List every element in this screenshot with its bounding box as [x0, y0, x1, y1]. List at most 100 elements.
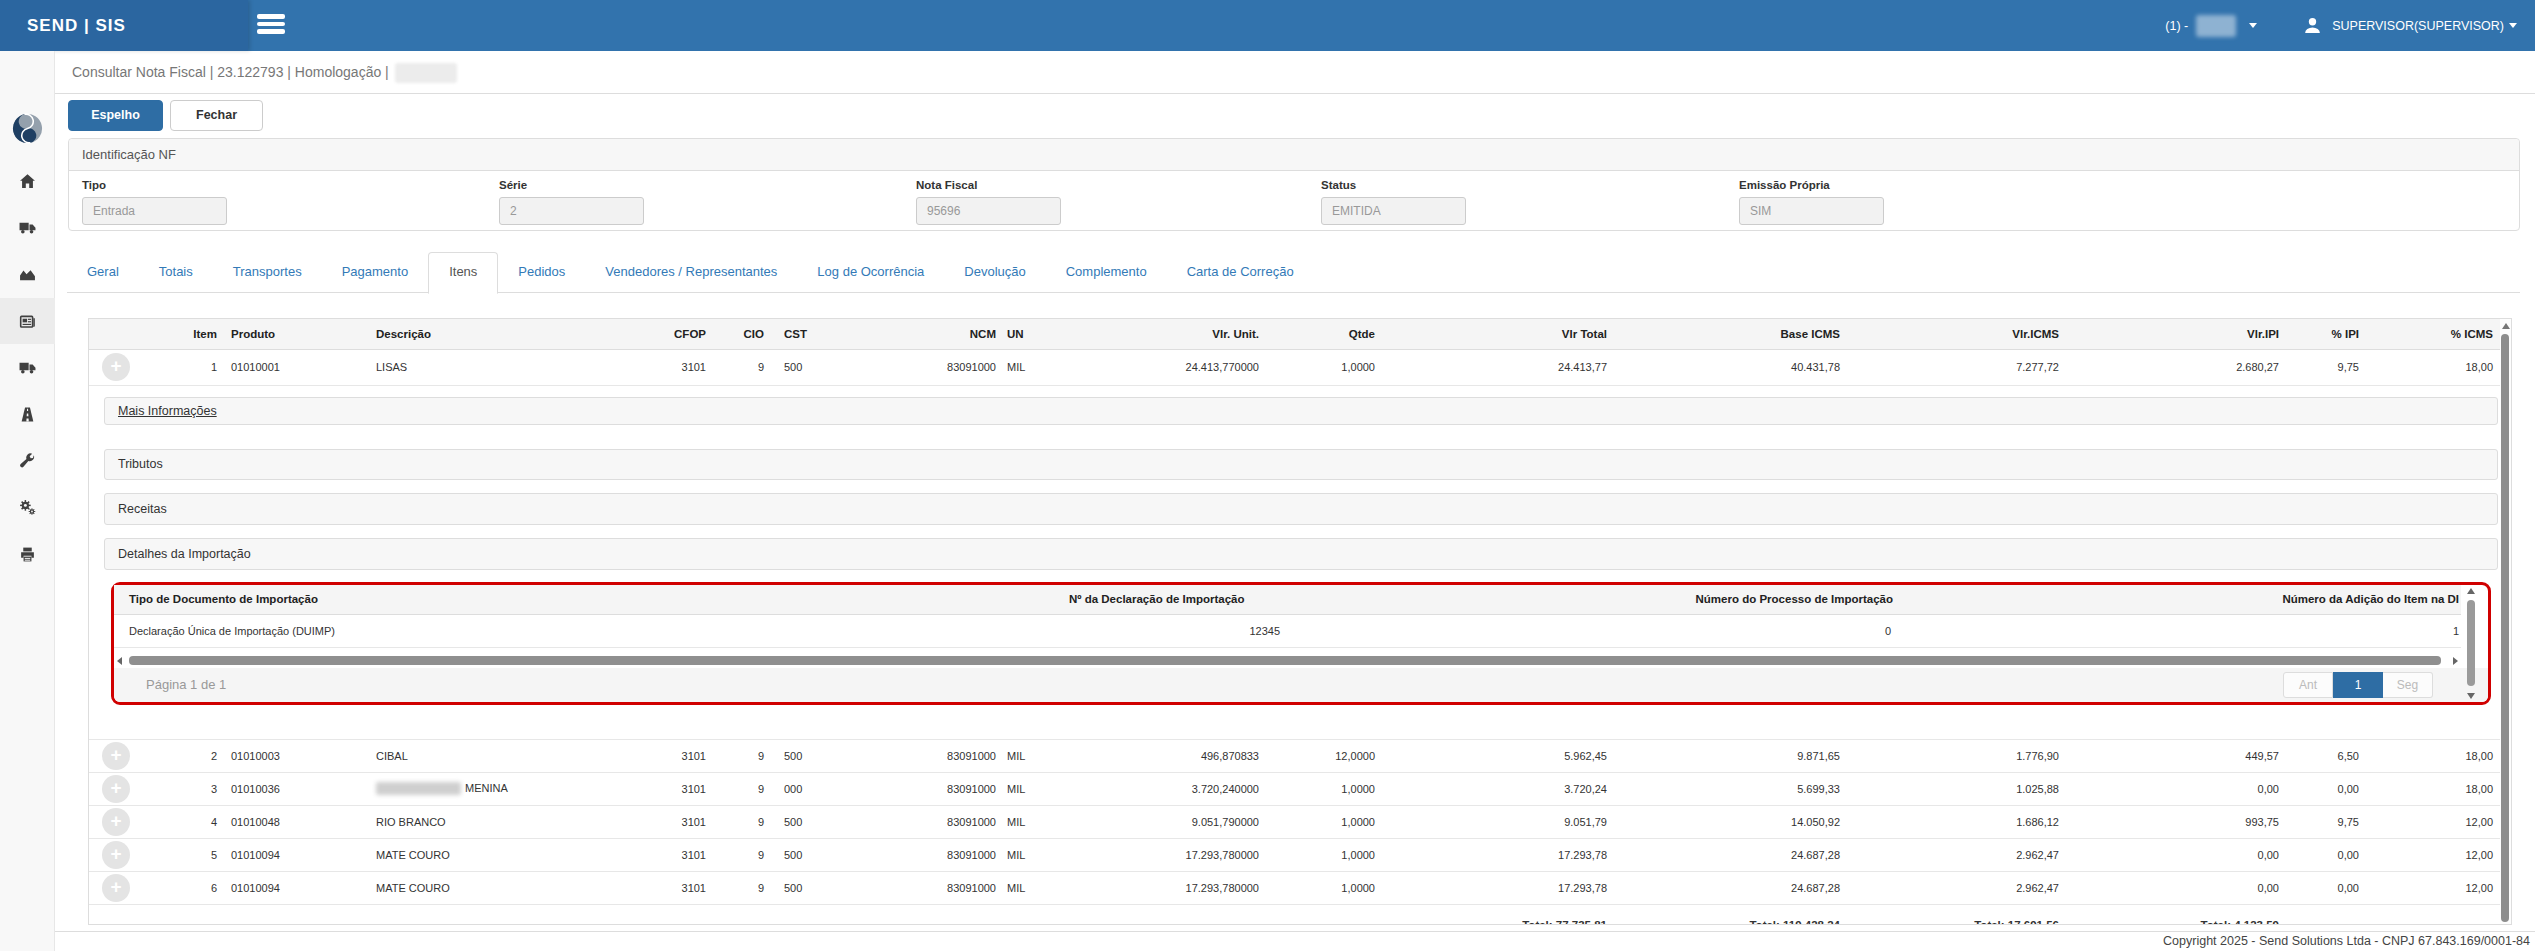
tab-devolu-o[interactable]: Devolução	[944, 252, 1045, 293]
cell-vlr_unit: 3.720,240000	[1061, 772, 1263, 805]
field-value[interactable]: 95696	[916, 197, 1061, 225]
sidebar-item-news[interactable]	[0, 298, 55, 344]
scroll-down-icon[interactable]	[2467, 693, 2475, 699]
sidebar	[0, 51, 55, 951]
current-page-button[interactable]: 1	[2333, 672, 2383, 698]
cell-cfop: 3101	[641, 739, 713, 772]
expand-row-button[interactable]: +	[102, 874, 130, 902]
item-row: +101010001LISAS3101950083091000MIL24.413…	[89, 349, 2501, 385]
breadcrumb-bar: Consultar Nota Fiscal | 23.122793 | Homo…	[55, 51, 2535, 94]
cell-descricao: MATE COURO	[361, 871, 641, 904]
breadcrumb-redacted	[395, 63, 457, 83]
cell-vlr_unit: 17.293,780000	[1061, 871, 1263, 904]
tab-pedidos[interactable]: Pedidos	[498, 252, 585, 293]
scrollbar-thumb[interactable]	[129, 656, 2441, 665]
app-logo-icon[interactable]	[12, 113, 43, 144]
cell-cio: 9	[713, 349, 769, 385]
cell-qtde: 1,0000	[1263, 805, 1379, 838]
sidebar-item-road[interactable]	[0, 392, 55, 438]
sidebar-item-gears[interactable]	[0, 485, 55, 531]
sidebar-item-print[interactable]	[0, 532, 55, 578]
cell-cio: 9	[713, 772, 769, 805]
imp-cell: Declaração Única de Importação (DUIMP)	[114, 615, 1064, 648]
expand-row-button[interactable]: +	[102, 353, 130, 381]
cell-descricao: LISAS	[361, 349, 641, 385]
road-icon	[19, 406, 36, 423]
cell-vlr_ipi: 0,00	[2063, 871, 2283, 904]
user-menu[interactable]: SUPERVISOR(SUPERVISOR)	[2303, 16, 2517, 35]
tab-pagamento[interactable]: Pagamento	[322, 252, 429, 293]
cell-cfop: 3101	[641, 805, 713, 838]
tab-complemento[interactable]: Complemento	[1046, 252, 1167, 293]
field-label: Nota Fiscal	[916, 179, 1076, 191]
user-name: SUPERVISOR(SUPERVISOR)	[2332, 19, 2504, 33]
scroll-up-icon[interactable]	[2502, 323, 2510, 329]
print-icon	[19, 546, 36, 563]
cell-item: 5	[171, 838, 221, 871]
total-vlr_ipi: Total: 4.123,59	[2063, 904, 2283, 925]
tab-carta-de-corre-o[interactable]: Carta de Correção	[1167, 252, 1314, 293]
importacao-vertical-scrollbar[interactable]	[2465, 588, 2477, 699]
detalhes-importacao-section[interactable]: Detalhes da Importação	[104, 538, 2498, 570]
expand-row-button[interactable]: +	[102, 775, 130, 803]
cell-cio: 9	[713, 838, 769, 871]
cell-pct_ipi: 6,50	[2283, 739, 2363, 772]
sidebar-item-chart-area[interactable]	[0, 251, 55, 297]
cell-un: MIL	[1001, 349, 1061, 385]
cell-vlr_total: 3.720,24	[1379, 772, 1611, 805]
sidebar-item-truck2[interactable]	[0, 345, 55, 391]
scroll-left-icon[interactable]	[117, 657, 122, 665]
tab-itens[interactable]: Itens	[428, 252, 498, 294]
tab-log-de-ocorr-ncia[interactable]: Log de Ocorrência	[797, 252, 944, 293]
scrollbar-thumb[interactable]	[2501, 334, 2509, 922]
espelho-button[interactable]: Espelho	[68, 100, 163, 131]
mais-informacoes-section[interactable]: Mais Informações	[104, 397, 2498, 425]
tab-vendedores-representantes[interactable]: Vendedores / Representantes	[585, 252, 797, 293]
scrollbar-thumb[interactable]	[2467, 600, 2475, 686]
next-page-button[interactable]: Seg	[2383, 672, 2433, 698]
fechar-button[interactable]: Fechar	[170, 100, 263, 131]
cell-produto: 01010094	[221, 871, 361, 904]
sidebar-item-wrench[interactable]	[0, 438, 55, 484]
truck-icon	[19, 219, 36, 236]
scroll-right-icon[interactable]	[2453, 657, 2458, 665]
expand-row-button[interactable]: +	[102, 808, 130, 836]
cell-vlr_ipi: 0,00	[2063, 838, 2283, 871]
cell-ncm: 83091000	[816, 838, 1001, 871]
cell-un: MIL	[1001, 838, 1061, 871]
receitas-section[interactable]: Receitas	[104, 493, 2498, 525]
tributos-section[interactable]: Tributos	[104, 449, 2498, 480]
cell-item: 2	[171, 739, 221, 772]
chevron-down-icon[interactable]	[2249, 23, 2257, 28]
cell-item: 6	[171, 871, 221, 904]
item-row: +301010036MENINA3101900083091000MIL3.720…	[89, 772, 2501, 805]
sidebar-item-home[interactable]	[0, 158, 55, 204]
cell-vlr_total: 17.293,78	[1379, 871, 1611, 904]
item-row: +501010094MATE COURO3101950083091000MIL1…	[89, 838, 2501, 871]
field-value[interactable]: 2	[499, 197, 644, 225]
cell-qtde: 1,0000	[1263, 772, 1379, 805]
cell-pct_ipi: 0,00	[2283, 838, 2363, 871]
tab-transportes[interactable]: Transportes	[213, 252, 322, 293]
field-value[interactable]: SIM	[1739, 197, 1884, 225]
imp-col-declaracao: Nº da Declaração de Importação	[1064, 585, 1288, 615]
field-value[interactable]: EMITIDA	[1321, 197, 1466, 225]
imp-col-adicao: Número da Adição do Item na DI	[1895, 585, 2461, 615]
field-value[interactable]: Entrada	[82, 197, 227, 225]
cell-cst: 500	[769, 349, 816, 385]
vertical-scrollbar[interactable]	[2500, 319, 2511, 924]
cell-qtde: 1,0000	[1263, 838, 1379, 871]
expand-row-button[interactable]: +	[102, 742, 130, 770]
sidebar-item-truck[interactable]	[0, 205, 55, 251]
prev-page-button[interactable]: Ant	[2283, 672, 2333, 698]
tab-geral[interactable]: Geral	[67, 252, 139, 293]
imp-col-tipo: Tipo de Documento de Importação	[114, 585, 1064, 615]
expand-row-button[interactable]: +	[102, 841, 130, 869]
cell-base_icms: 14.050,92	[1611, 805, 1844, 838]
tab-totais[interactable]: Totais	[139, 252, 213, 293]
menu-toggle-icon[interactable]	[257, 14, 285, 37]
cell-descricao: CIBAL	[361, 739, 641, 772]
scroll-up-icon[interactable]	[2467, 588, 2475, 594]
cell-cfop: 3101	[641, 772, 713, 805]
horizontal-scrollbar[interactable]	[114, 654, 2461, 668]
